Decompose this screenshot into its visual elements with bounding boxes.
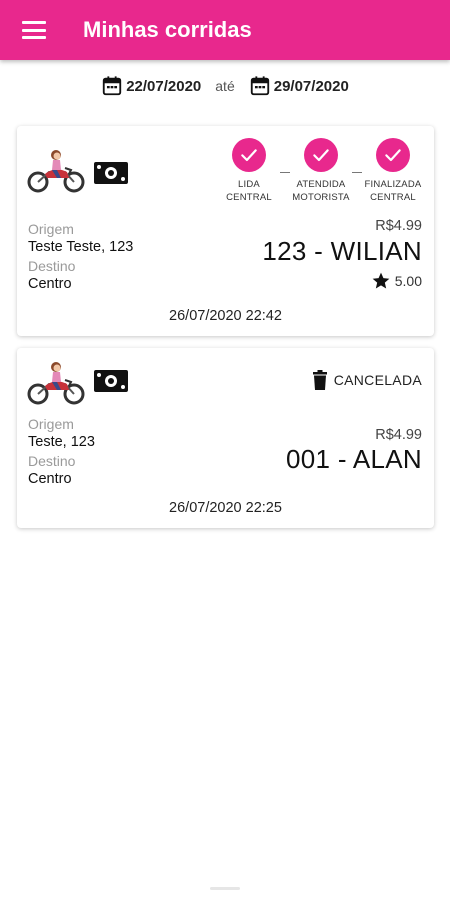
driver-name: 123 - WILIAN	[262, 236, 422, 266]
status-label: CANCELADA	[333, 372, 422, 388]
calendar-icon	[250, 76, 269, 96]
rating-value: 5.00	[394, 273, 422, 289]
destination-label: Destino	[28, 453, 76, 469]
origin-label: Origem	[28, 221, 74, 237]
driver-rating: 5.00	[371, 271, 422, 291]
ride-card[interactable]: CANCELADA Origem Teste, 123 Destino Cent…	[17, 348, 434, 528]
step-finalizada-central: FINALIZADA CENTRAL	[362, 138, 424, 204]
destination-value: Centro	[28, 471, 72, 487]
star-icon	[372, 272, 390, 289]
step-circle	[232, 138, 266, 172]
step-circle	[376, 138, 410, 172]
origin-value: Teste Teste, 123	[28, 239, 134, 255]
cash-icon	[94, 370, 128, 392]
destination-label: Destino	[28, 258, 76, 274]
end-date: 29/07/2020	[273, 77, 349, 95]
check-icon	[241, 149, 257, 162]
trash-icon	[312, 370, 327, 390]
step-atendida-motorista: ATENDIDA MOTORISTA	[290, 138, 352, 204]
page-title: Minhas corridas	[83, 17, 252, 42]
gesture-bar	[210, 887, 240, 890]
check-icon	[313, 149, 329, 162]
step-label: ATENDIDA MOTORISTA	[292, 179, 350, 203]
step-lida-central: LIDA CENTRAL	[218, 138, 280, 204]
motorcycle-icon	[27, 150, 85, 193]
ride-card[interactable]: LIDA CENTRAL ATENDIDA MOTORISTA FINALIZA…	[17, 126, 434, 336]
step-connector	[352, 172, 362, 173]
ride-price: R$4.99	[375, 427, 422, 443]
calendar-icon	[103, 76, 122, 96]
menu-icon[interactable]	[22, 21, 46, 39]
ride-datetime: 26/07/2020 22:42	[169, 308, 282, 324]
cash-icon	[94, 162, 128, 184]
step-label: LIDA CENTRAL	[226, 179, 272, 203]
destination-value: Centro	[28, 276, 72, 292]
status-badge: CANCELADA	[312, 370, 422, 390]
step-label: FINALIZADA CENTRAL	[364, 179, 422, 203]
date-range-filter: 22/07/2020 até 29/07/2020	[0, 60, 450, 112]
ride-price: R$4.99	[375, 218, 422, 234]
ride-status-steps: LIDA CENTRAL ATENDIDA MOTORISTA FINALIZA…	[218, 138, 424, 204]
start-date-picker[interactable]: 22/07/2020	[101, 75, 201, 97]
app-bar: Minhas corridas	[0, 0, 450, 60]
check-icon	[385, 149, 401, 162]
end-date-picker[interactable]: 29/07/2020	[249, 75, 349, 97]
step-circle	[304, 138, 338, 172]
step-connector	[280, 172, 290, 173]
ride-datetime: 26/07/2020 22:25	[169, 500, 282, 516]
origin-value: Teste, 123	[28, 434, 95, 450]
motorcycle-icon	[27, 362, 85, 405]
driver-name: 001 - ALAN	[286, 444, 422, 474]
origin-label: Origem	[28, 416, 74, 432]
start-date: 22/07/2020	[126, 77, 202, 95]
date-range-separator: até	[215, 78, 235, 94]
